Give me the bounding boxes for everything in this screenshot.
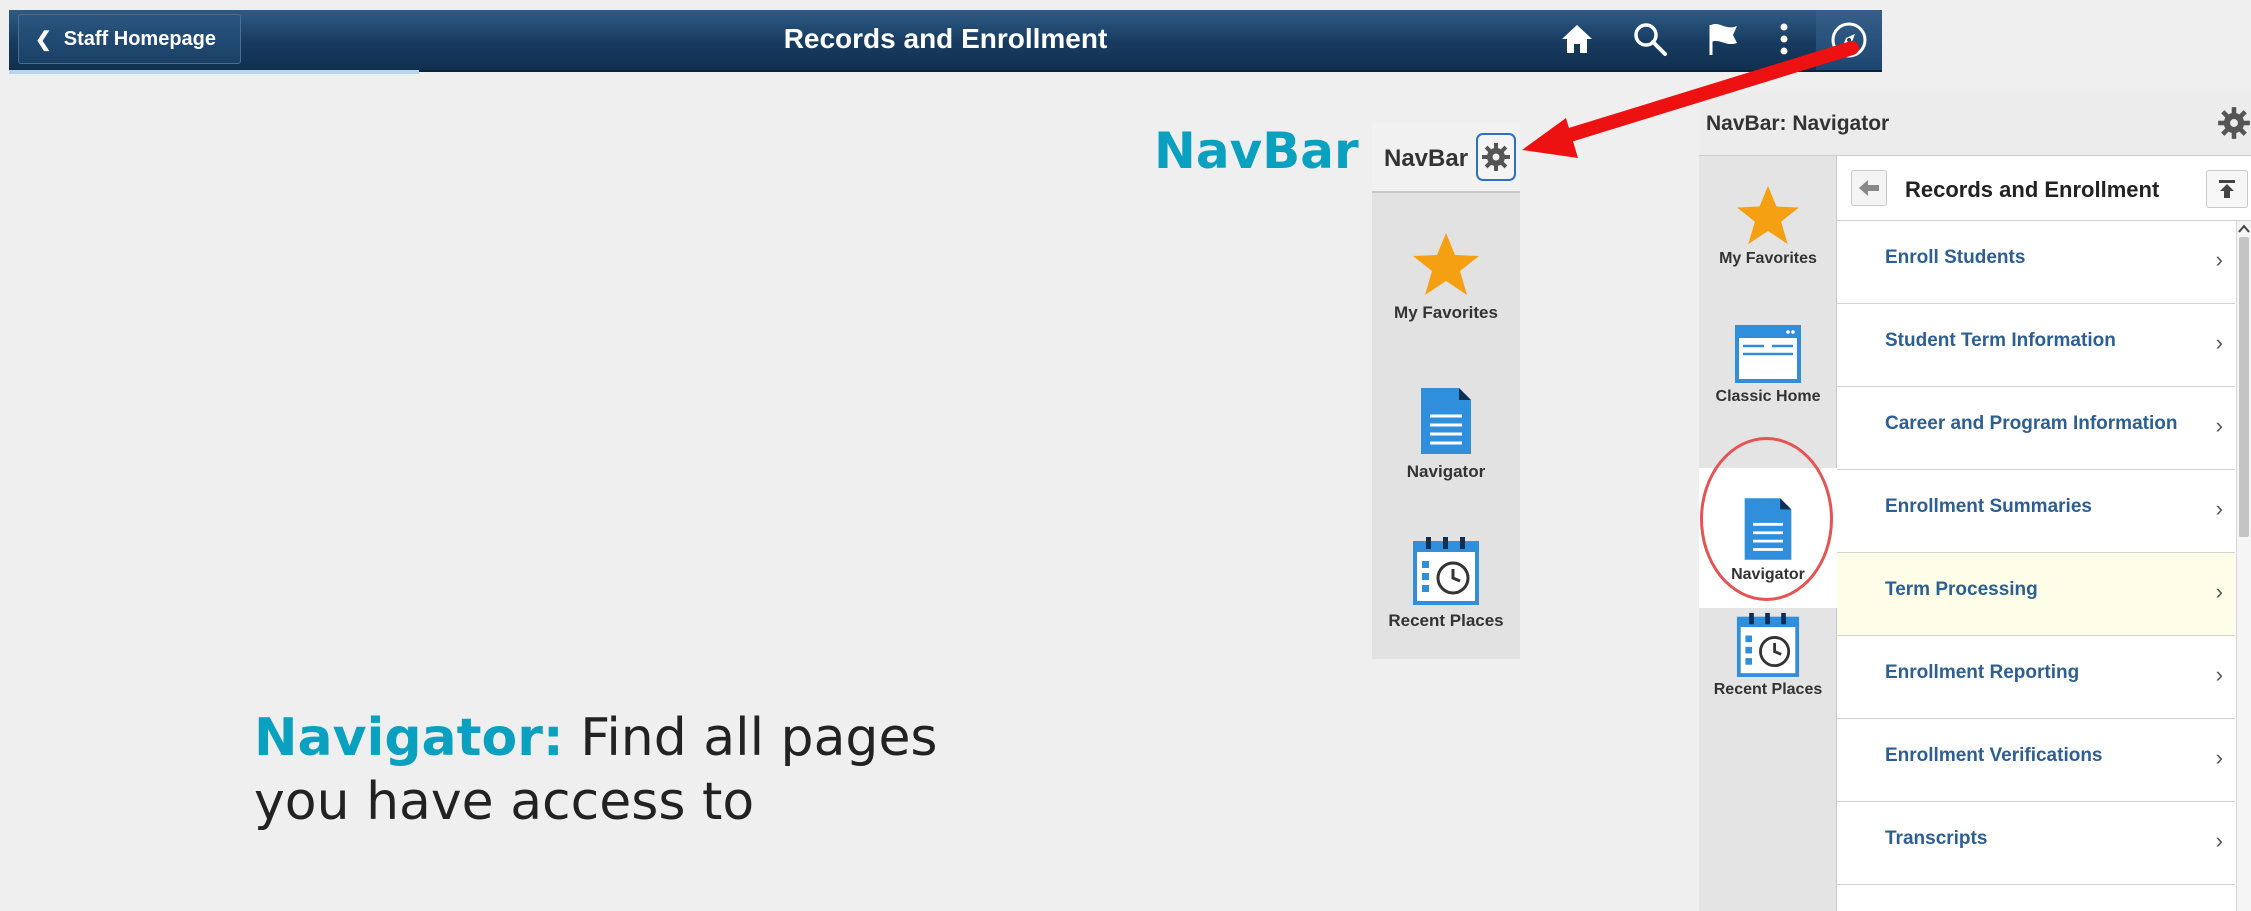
navigator-highlight-circle (1700, 437, 1833, 601)
folder-title: Records and Enrollment (1905, 177, 2160, 202)
navigator-caption-line2: you have access to (254, 772, 755, 832)
list-item[interactable]: Term Processing › (1837, 553, 2235, 636)
navbar-compass-icon[interactable] (1816, 10, 1882, 70)
tile-label: My Favorites (1394, 303, 1498, 322)
list-item-label: Enrollment Verifications (1885, 745, 2103, 766)
list-item[interactable]: Student Term Information › (1837, 304, 2235, 387)
list-item[interactable]: Enrollment Summaries › (1837, 470, 2235, 553)
chevron-right-icon: › (2215, 330, 2223, 355)
window-icon (1735, 325, 1801, 383)
rail-item-label: My Favorites (1719, 250, 1817, 267)
flag-icon[interactable] (1695, 10, 1751, 68)
navbar-settings-button[interactable] (1476, 133, 1516, 181)
calendar-clock-icon (1736, 612, 1800, 677)
navigator-caption-line1: Find all pages (563, 708, 938, 768)
banner-underline (9, 70, 419, 74)
list-item[interactable]: Enrollment Reporting › (1837, 636, 2235, 719)
small-navbar-header: NavBar (1372, 123, 1520, 193)
rail-item-label: Classic Home (1715, 388, 1821, 405)
list-item-label: Enroll Students (1885, 247, 2026, 268)
more-icon[interactable] (1764, 10, 1804, 68)
arrow-left-icon (1859, 180, 1879, 196)
list-item-label: Career and Program Information (1885, 413, 2178, 434)
navigator-caption: Navigator: Find all pages you have acces… (254, 706, 938, 834)
gear-icon (1482, 143, 1510, 171)
small-navbar-tile-navigator[interactable]: Navigator (1372, 386, 1520, 482)
list-item-label: Student Term Information (1885, 330, 2116, 351)
page: ❮ Staff Homepage Records and Enrollment … (0, 0, 2251, 911)
document-icon (1421, 388, 1471, 454)
scroll-to-top-button[interactable] (2206, 170, 2248, 208)
small-navbar-tile-recent[interactable]: Recent Places (1372, 535, 1520, 631)
folder-back-button[interactable] (1851, 170, 1887, 206)
home-icon[interactable] (1549, 10, 1605, 68)
navbar-caption: NavBar (1154, 122, 1359, 180)
navigator-panel-title: NavBar: Navigator (1706, 112, 1890, 135)
chevron-left-icon: ❮ (35, 28, 52, 51)
small-navbar-tile-favorites[interactable]: My Favorites (1372, 231, 1520, 323)
chevron-right-icon: › (2215, 413, 2223, 438)
list-item-label: Transcripts (1885, 828, 1988, 849)
search-icon[interactable] (1622, 10, 1678, 68)
list-item-label: Term Processing (1885, 579, 2038, 600)
chevron-right-icon: › (2215, 496, 2223, 521)
gear-icon[interactable] (2217, 106, 2251, 145)
small-navbar: NavBar My Favorites Navigator Recent Pla… (1372, 123, 1520, 659)
list-item[interactable]: Enrollment Verifications › (1837, 719, 2235, 802)
chevron-right-icon: › (2215, 828, 2223, 853)
rail-item-favorites[interactable]: My Favorites (1699, 184, 1837, 304)
navigator-caption-bold: Navigator: (254, 708, 564, 768)
list-item-label: Enrollment Summaries (1885, 496, 2092, 517)
star-icon (1737, 185, 1799, 245)
navigator-panel-header: NavBar: Navigator (1699, 92, 2251, 156)
folder-list: Enroll Students › Student Term Informatio… (1837, 221, 2235, 885)
small-navbar-title: NavBar (1384, 145, 1469, 172)
calendar-clock-icon (1413, 537, 1479, 605)
top-banner: ❮ Staff Homepage Records and Enrollment (9, 10, 1882, 72)
list-item[interactable]: Transcripts › (1837, 802, 2235, 885)
chevron-right-icon: › (2215, 247, 2223, 272)
rail-item-label: Recent Places (1713, 681, 1823, 698)
rail-item-recent[interactable]: Recent Places (1699, 611, 1837, 731)
list-item[interactable]: Enroll Students › (1837, 221, 2235, 304)
list-item-label: Enrollment Reporting (1885, 662, 2080, 683)
folder-header: Records and Enrollment (1837, 156, 2251, 221)
star-icon (1413, 233, 1479, 295)
tile-label: Recent Places (1388, 611, 1504, 630)
rail-item-classic-home[interactable]: Classic Home (1699, 324, 1837, 444)
chevron-up-icon (2238, 224, 2250, 233)
chevron-right-icon: › (2215, 745, 2223, 770)
back-button-label: Staff Homepage (63, 27, 217, 50)
chevron-right-icon: › (2215, 662, 2223, 687)
folder-list-scrollbar[interactable] (2236, 221, 2251, 911)
arrow-top-icon (2219, 180, 2235, 198)
back-button[interactable]: ❮ Staff Homepage (18, 14, 241, 64)
chevron-right-icon: › (2215, 579, 2223, 604)
scrollbar-thumb[interactable] (2239, 237, 2249, 537)
list-item[interactable]: Career and Program Information › (1837, 387, 2235, 470)
tile-label: Navigator (1406, 462, 1486, 481)
